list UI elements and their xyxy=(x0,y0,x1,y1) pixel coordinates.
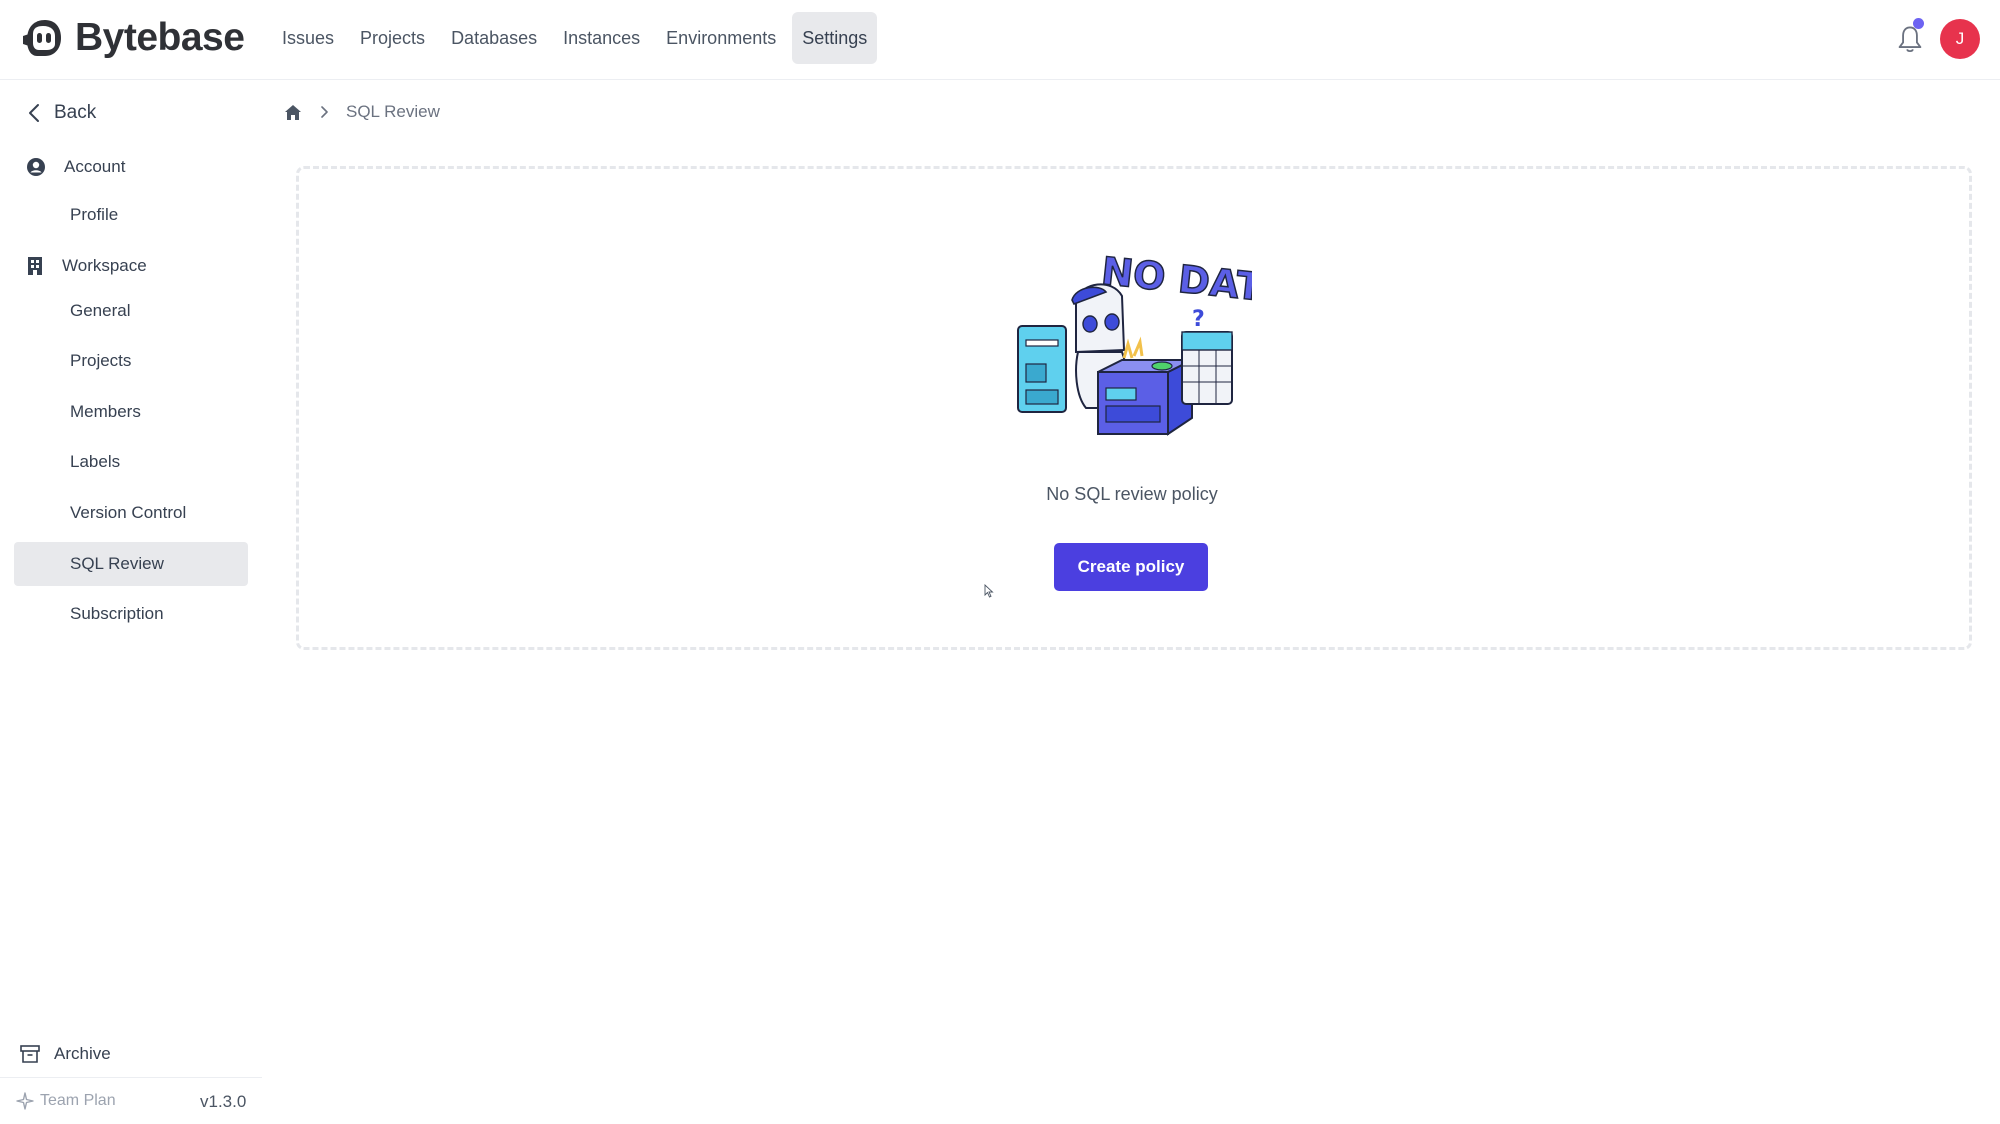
breadcrumb: SQL Review xyxy=(284,102,440,122)
archive-link[interactable]: Archive xyxy=(20,1044,111,1064)
home-icon[interactable] xyxy=(284,104,302,121)
sidebar-item-profile[interactable]: Profile xyxy=(14,193,248,237)
no-data-illustration: NO DATA ? xyxy=(1017,248,1252,436)
sidebar-item-general[interactable]: General xyxy=(14,289,248,333)
sidebar-item-projects[interactable]: Projects xyxy=(14,339,248,383)
create-policy-button[interactable]: Create policy xyxy=(1054,543,1208,591)
archive-icon xyxy=(20,1045,40,1063)
archive-label: Archive xyxy=(54,1044,111,1063)
building-icon xyxy=(28,257,42,275)
breadcrumb-current: SQL Review xyxy=(346,102,440,121)
nav-databases[interactable]: Databases xyxy=(441,12,547,64)
logo-text: Bytebase xyxy=(75,16,245,59)
sidebar-item-subscription[interactable]: Subscription xyxy=(14,592,248,636)
user-circle-icon xyxy=(27,158,45,176)
section-account-label: Account xyxy=(64,157,126,176)
nav-environments[interactable]: Environments xyxy=(656,12,786,64)
sidebar-item-members[interactable]: Members xyxy=(14,390,248,434)
chevron-right-icon xyxy=(321,106,328,118)
mouse-cursor-icon xyxy=(984,584,994,598)
empty-state-message: No SQL review policy xyxy=(1046,484,1218,504)
sidebar-item-sql-review[interactable]: SQL Review xyxy=(14,542,248,586)
back-link[interactable]: Back xyxy=(28,102,96,124)
sidebar-item-version-control[interactable]: Version Control xyxy=(14,491,248,535)
avatar[interactable]: J xyxy=(1940,19,1980,59)
sparkle-icon xyxy=(16,1092,34,1110)
section-workspace: Workspace xyxy=(26,256,147,276)
plan-label: Team Plan xyxy=(40,1092,116,1109)
logo[interactable]: Bytebase xyxy=(19,14,245,62)
sidebar-item-labels[interactable]: Labels xyxy=(14,440,248,484)
sidebar-footer-divider xyxy=(0,1077,262,1078)
nav-projects[interactable]: Projects xyxy=(350,12,435,64)
version-label: v1.3.0 xyxy=(200,1092,247,1111)
section-workspace-label: Workspace xyxy=(62,256,147,275)
top-navigation-bar: Bytebase Issues Projects Databases Insta… xyxy=(0,0,2000,80)
settings-sidebar: Back Account Profile Workspace General P… xyxy=(0,80,262,1124)
nav-issues[interactable]: Issues xyxy=(272,12,344,64)
nav-settings[interactable]: Settings xyxy=(792,12,878,64)
nav-instances[interactable]: Instances xyxy=(553,12,650,64)
bytebase-logo-icon xyxy=(23,20,61,56)
main-nav: Issues Projects Databases Instances Envi… xyxy=(272,12,878,64)
notification-badge xyxy=(1913,18,1924,29)
plan-badge[interactable]: Team Plan xyxy=(16,1092,116,1110)
section-account: Account xyxy=(26,157,125,177)
chevron-left-icon xyxy=(29,104,39,122)
question-mark-glyph: ? xyxy=(1192,307,1205,332)
back-label: Back xyxy=(54,102,97,123)
